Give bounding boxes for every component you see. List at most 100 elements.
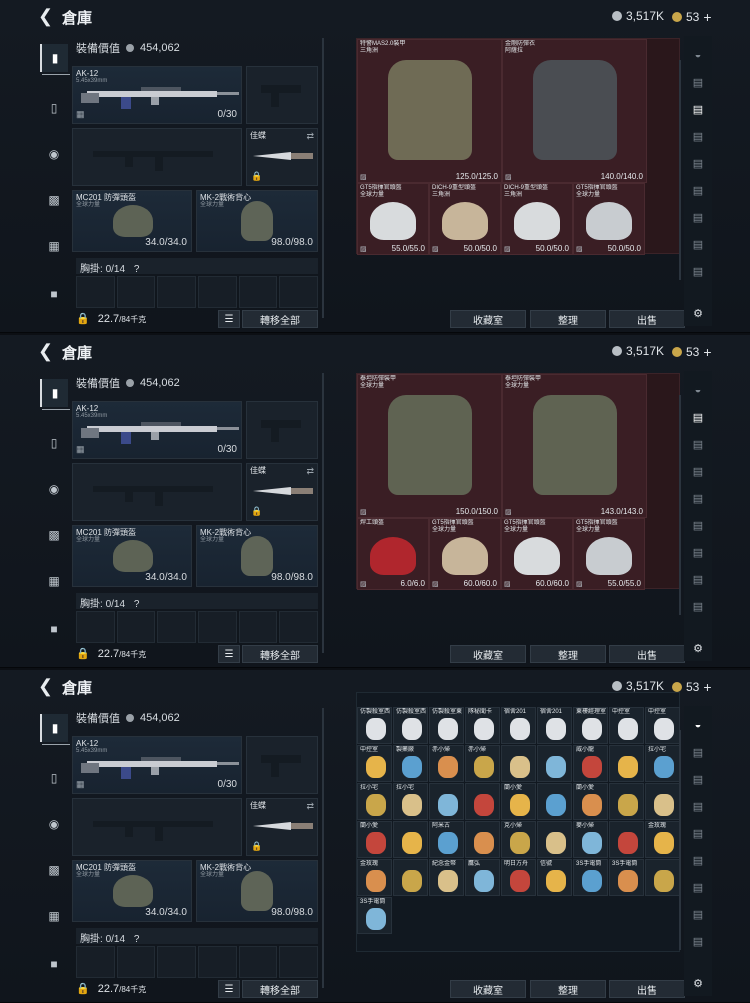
helmet-slot[interactable]: MC201 防彈頭盔 全球力量 34.0/34.0 (72, 860, 192, 922)
loadout-scrollbar[interactable] (322, 708, 324, 988)
collection-room-button[interactable]: 收藏室 (450, 310, 526, 328)
tab-helmet[interactable]: ◉ (40, 810, 68, 838)
stash-item[interactable] (465, 783, 500, 820)
stash-item[interactable]: 製藥廠 (393, 745, 428, 782)
case-tab[interactable]: ▤ (687, 930, 709, 952)
grid-cell[interactable] (76, 946, 115, 978)
back-arrow-icon[interactable]: ❮ (38, 676, 53, 697)
gold-currency[interactable]: 53 + (672, 9, 712, 25)
grid-cell[interactable] (76, 611, 115, 643)
case-tab[interactable]: ▤ (687, 98, 709, 120)
grid-cell[interactable] (198, 611, 237, 643)
swap-icon[interactable]: ⇄ (306, 801, 314, 812)
case-tab[interactable]: ▤ (687, 541, 709, 563)
secondary-weapon-slot[interactable] (72, 798, 242, 856)
stash-item[interactable]: 阿米古 (429, 821, 464, 858)
case-tab[interactable]: ◒ (687, 379, 709, 401)
case-tab[interactable]: ▤ (687, 595, 709, 617)
chest-rig-slot[interactable]: 胸掛: 0/14 ? (76, 258, 318, 275)
gold-currency[interactable]: 53 + (672, 344, 712, 360)
grid-cell[interactable] (279, 946, 319, 978)
case-tab[interactable]: ▤ (687, 487, 709, 509)
stash-item[interactable]: 鷹弘 (465, 859, 500, 896)
stash-scrollbar[interactable] (679, 60, 681, 280)
grid-cell[interactable] (238, 611, 278, 643)
sort-button[interactable]: 整理 (530, 980, 606, 998)
stash-item[interactable]: 蘭小愛 (357, 821, 392, 858)
armor-item[interactable]: 泰坦防彈裝甲 全球力量 ▨ 143.0/143.0 (502, 374, 647, 518)
back-arrow-icon[interactable]: ❮ (38, 6, 53, 27)
stash-item[interactable]: 隊秘聞卡 (465, 707, 500, 744)
grid-cell[interactable] (238, 946, 278, 978)
tab-toolbox[interactable]: ■ (40, 280, 68, 308)
stash-item[interactable]: 中控室 (609, 707, 644, 744)
helmet-item[interactable]: DICH-9重型頭盔 三角洲 ▨ 50.0/50.0 (501, 183, 573, 255)
stash-item[interactable]: 3S手電筒 (573, 859, 608, 896)
stash-item[interactable]: 仿製殺室西 (357, 707, 392, 744)
grid-cell[interactable] (238, 276, 278, 308)
stash-scrollbar[interactable] (679, 730, 681, 950)
helmet-item[interactable]: DICH-9重型頭盔 三角洲 ▨ 50.0/50.0 (429, 183, 501, 255)
add-gold-button[interactable]: + (703, 679, 711, 695)
case-tab[interactable]: ▤ (687, 741, 709, 763)
tab-armor[interactable]: ▯ (40, 94, 68, 122)
stash-item[interactable]: 宿舍201 (501, 707, 536, 744)
stash-item[interactable] (393, 859, 428, 896)
case-tab[interactable]: ▤ (687, 849, 709, 871)
case-tab[interactable]: ▤ (687, 433, 709, 455)
tab-bag[interactable]: ▦ (40, 232, 68, 260)
case-tab[interactable]: ▤ (687, 460, 709, 482)
stash-item[interactable] (609, 783, 644, 820)
loadout-scrollbar[interactable] (322, 38, 324, 318)
stash-item[interactable]: 蘭小愛 (573, 783, 608, 820)
helmet-item[interactable]: GT5指揮官頭盔 全球力量 ▨ 55.0/55.0 (573, 518, 645, 590)
case-tab[interactable]: ▤ (687, 903, 709, 925)
chest-rig-slot[interactable]: 胸掛: 0/14 ? (76, 928, 318, 945)
case-tab[interactable]: ▤ (687, 876, 709, 898)
swap-icon[interactable]: ⇄ (306, 131, 314, 142)
swap-icon[interactable]: ⇄ (306, 466, 314, 477)
tab-backpack[interactable]: ▩ (40, 521, 68, 549)
case-tab[interactable]: ▤ (687, 233, 709, 255)
grid-cell[interactable] (157, 946, 197, 978)
grid-cell[interactable] (279, 276, 319, 308)
help-icon[interactable]: ? (134, 264, 140, 275)
grid-cell[interactable] (198, 276, 237, 308)
stash-item[interactable]: 蘭小愛 (501, 783, 536, 820)
armor-item[interactable]: 特警MAS2.0裝甲 三角洲 ▨ 125.0/125.0 (357, 39, 502, 183)
armor-item[interactable]: 金剛防彈衣 阿薩拉 ▨ 140.0/140.0 (502, 39, 647, 183)
case-tab[interactable]: ▤ (687, 260, 709, 282)
tab-backpack[interactable]: ▩ (40, 856, 68, 884)
melee-slot[interactable]: 佳蝶 ⇄ 🔒 (246, 463, 318, 521)
case-tab[interactable]: ▤ (687, 822, 709, 844)
collection-room-button[interactable]: 收藏室 (450, 645, 526, 663)
stash-item[interactable]: 紀念金幣 (429, 859, 464, 896)
melee-slot[interactable]: 佳蝶 ⇄ 🔒 (246, 128, 318, 186)
stash-item[interactable] (645, 783, 680, 820)
chest-rig-slot[interactable]: 胸掛: 0/14 ? (76, 593, 318, 610)
tab-bag[interactable]: ▦ (40, 902, 68, 930)
case-tab[interactable]: ▤ (687, 514, 709, 536)
lock-icon[interactable]: 🔒 (76, 312, 90, 325)
sell-button[interactable]: 出售 (609, 310, 685, 328)
stash-scrollbar[interactable] (679, 395, 681, 615)
list-view-button[interactable]: ☰ (218, 980, 240, 998)
sort-button[interactable]: 整理 (530, 645, 606, 663)
grid-cell[interactable] (157, 276, 197, 308)
stash-item[interactable] (537, 821, 572, 858)
sidearm-slot[interactable] (246, 401, 318, 459)
primary-weapon-slot[interactable]: AK-12 5.45x39mm ▦ 0/30 (72, 736, 242, 794)
tab-helmet[interactable]: ◉ (40, 475, 68, 503)
stash-item[interactable]: 宿舍201 (537, 707, 572, 744)
helmet-slot[interactable]: MC201 防彈頭盔 全球力量 34.0/34.0 (72, 525, 192, 587)
stash-item[interactable] (537, 745, 572, 782)
case-tab[interactable]: ▤ (687, 795, 709, 817)
case-tab[interactable]: ◒ (687, 44, 709, 66)
sidearm-slot[interactable] (246, 66, 318, 124)
case-tab[interactable]: ▤ (687, 71, 709, 93)
collection-room-button[interactable]: 收藏室 (450, 980, 526, 998)
stash-item[interactable]: 中控室 (357, 745, 392, 782)
tab-backpack[interactable]: ▩ (40, 186, 68, 214)
stash-item[interactable]: 仿製殺室東 (429, 707, 464, 744)
stash-item[interactable]: 金玫瑰 (645, 821, 680, 858)
